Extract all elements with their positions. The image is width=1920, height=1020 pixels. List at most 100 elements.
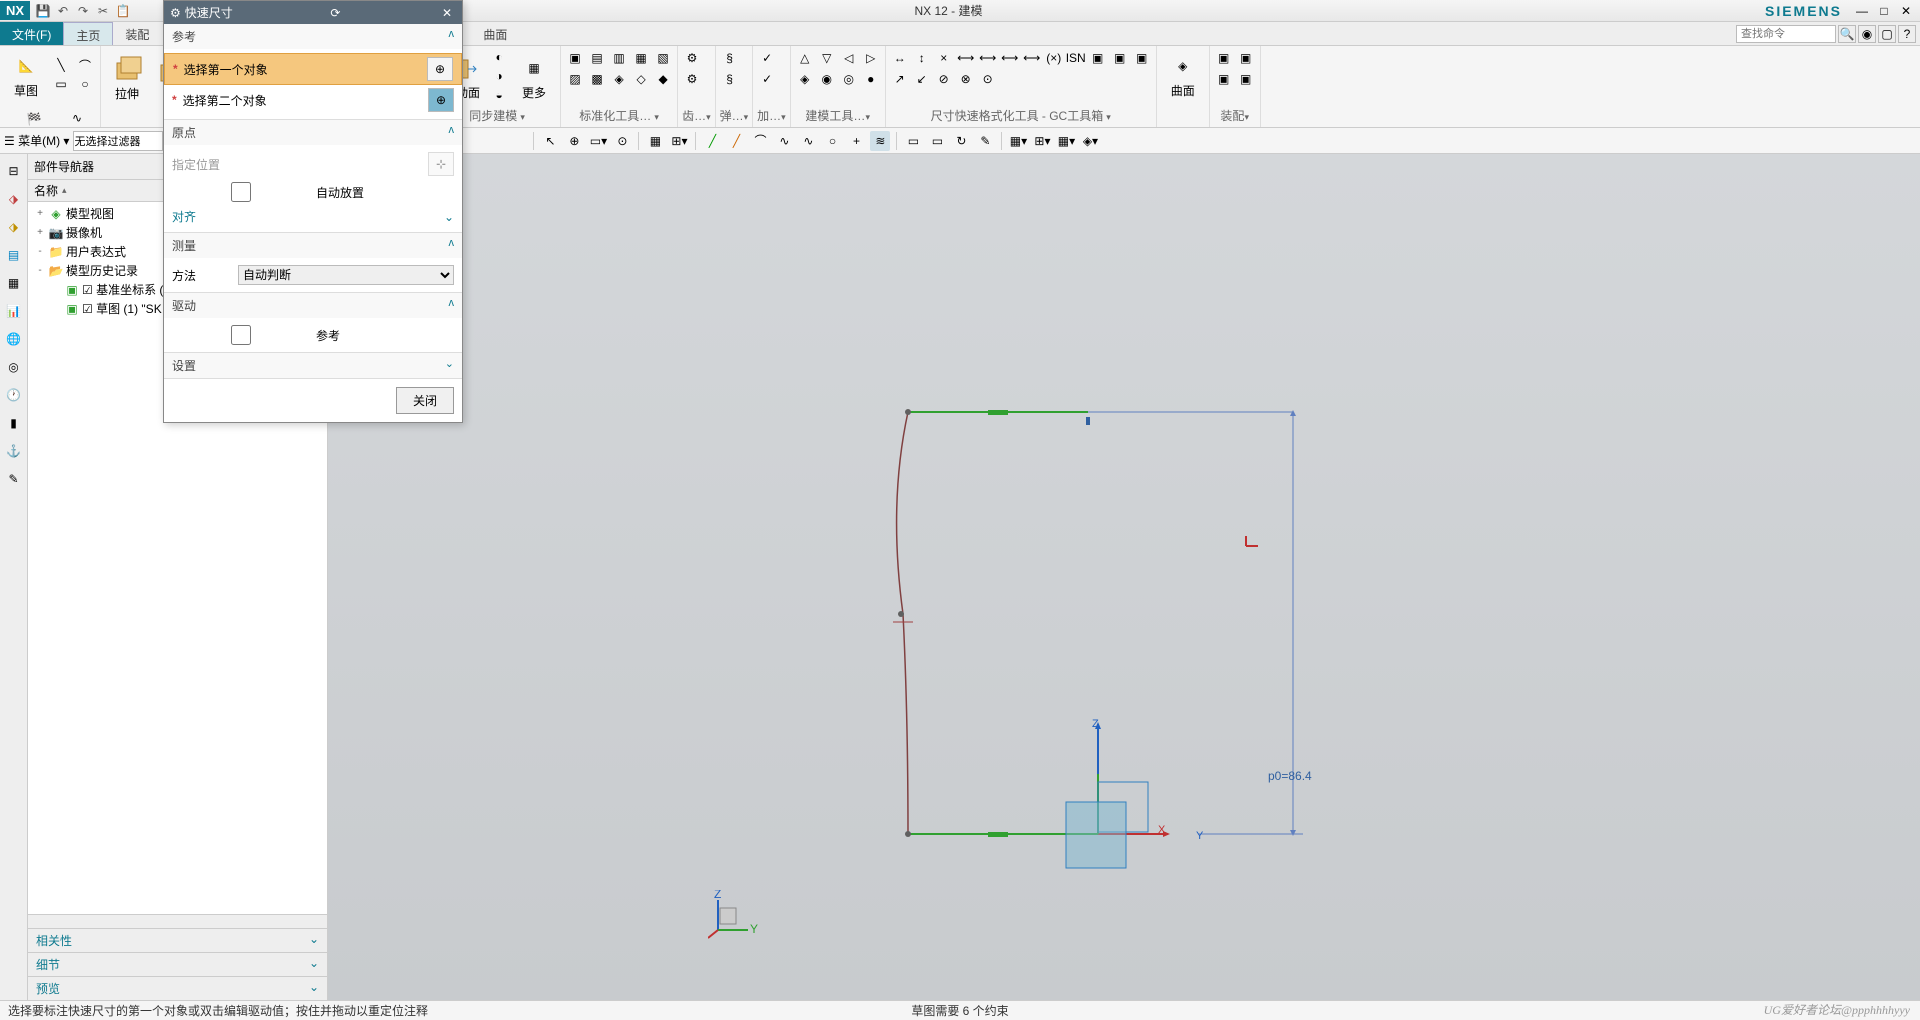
- d6[interactable]: ⟷: [1000, 48, 1020, 68]
- spline-tool[interactable]: ∿: [66, 109, 88, 127]
- help2-icon[interactable]: ?: [1898, 25, 1916, 43]
- a3[interactable]: ▣: [1214, 69, 1234, 89]
- f3[interactable]: ▭▾: [588, 131, 608, 151]
- m5[interactable]: ◈: [795, 69, 815, 89]
- a4[interactable]: ▣: [1236, 69, 1256, 89]
- surface-button[interactable]: ◈曲面: [1161, 48, 1205, 101]
- nav-scrollbar[interactable]: [28, 914, 327, 928]
- graphics-canvas[interactable]: Z Y X p0=86.4 Z Y: [328, 154, 1920, 1000]
- line-tool[interactable]: ╲: [50, 56, 72, 74]
- filter-input[interactable]: [73, 131, 163, 151]
- rail-10[interactable]: ⚓: [3, 440, 25, 462]
- f10[interactable]: ∿: [774, 131, 794, 151]
- rail-2[interactable]: ⬗: [3, 216, 25, 238]
- dimension-label[interactable]: p0=86.4: [1268, 769, 1312, 783]
- search-icon[interactable]: 🔍: [1838, 25, 1856, 43]
- f17[interactable]: ↻: [951, 131, 971, 151]
- m2[interactable]: ▽: [817, 48, 837, 68]
- arc-tool[interactable]: ⌒: [74, 56, 96, 74]
- rail-11[interactable]: ✎: [3, 468, 25, 490]
- d12[interactable]: ▣: [1132, 48, 1152, 68]
- menu-dropdown[interactable]: ☰ 菜单(M) ▾: [4, 132, 69, 149]
- dialog-titlebar[interactable]: ⚙ 快速尺寸 ⟳ ✕: [164, 1, 462, 24]
- f11[interactable]: ∿: [798, 131, 818, 151]
- pick2-icon[interactable]: ⊕: [428, 88, 454, 112]
- dialog-pin-icon[interactable]: ⟳: [330, 6, 340, 20]
- tab-file[interactable]: 文件(F): [0, 22, 63, 45]
- std4[interactable]: ▦: [631, 48, 651, 68]
- maximize-icon[interactable]: □: [1874, 4, 1894, 18]
- finish-sketch-button[interactable]: 🏁 完成草图: [4, 101, 64, 128]
- gear1[interactable]: ⚙: [682, 48, 702, 68]
- a2[interactable]: ▣: [1236, 48, 1256, 68]
- d10[interactable]: ▣: [1088, 48, 1108, 68]
- view-triad[interactable]: Z Y: [708, 890, 758, 940]
- std1[interactable]: ▣: [565, 48, 585, 68]
- f5[interactable]: ▦: [645, 131, 665, 151]
- std6[interactable]: ▨: [565, 69, 585, 89]
- spr1[interactable]: §: [720, 48, 740, 68]
- m7[interactable]: ◎: [839, 69, 859, 89]
- section-origin[interactable]: 原点ʌ: [164, 120, 462, 145]
- section-reference[interactable]: 参考ʌ: [164, 24, 462, 49]
- d13[interactable]: ↗: [890, 69, 910, 89]
- section-detail[interactable]: 细节⌄: [28, 952, 327, 976]
- close-icon[interactable]: ✕: [1896, 4, 1916, 18]
- std7[interactable]: ▩: [587, 69, 607, 89]
- select-first-object[interactable]: *选择第一个对象⊕: [164, 53, 462, 85]
- f14[interactable]: ≋: [870, 131, 890, 151]
- sync-tool3[interactable]: ◒: [488, 86, 510, 104]
- help-icon[interactable]: ◉: [1858, 25, 1876, 43]
- ref-row[interactable]: 参考: [172, 322, 454, 348]
- auto-place[interactable]: 自动放置: [172, 179, 454, 205]
- tab-surface[interactable]: 曲面: [471, 22, 519, 45]
- d9[interactable]: ISN: [1066, 48, 1086, 68]
- rail-1[interactable]: ⬗: [3, 188, 25, 210]
- d5[interactable]: ⟷: [978, 48, 998, 68]
- section-measure[interactable]: 测量ʌ: [164, 233, 462, 258]
- d8[interactable]: (×): [1044, 48, 1064, 68]
- f7[interactable]: ╱: [702, 131, 722, 151]
- rail-3[interactable]: ▤: [3, 244, 25, 266]
- m6[interactable]: ◉: [817, 69, 837, 89]
- d1[interactable]: ↔: [890, 48, 910, 68]
- std8[interactable]: ◈: [609, 69, 629, 89]
- f19[interactable]: ▦▾: [1008, 131, 1028, 151]
- select-second-object[interactable]: *选择第二个对象⊕: [172, 85, 454, 115]
- ref-checkbox[interactable]: [172, 325, 310, 345]
- tab-home[interactable]: 主页: [63, 22, 113, 45]
- f13[interactable]: +: [846, 131, 866, 151]
- sketch-button[interactable]: 📐 草图: [4, 48, 48, 101]
- redo-icon[interactable]: ↷: [74, 2, 92, 20]
- circle-tool[interactable]: ○: [74, 75, 96, 93]
- dialog-close-icon[interactable]: ✕: [438, 6, 456, 20]
- gear2[interactable]: ⚙: [682, 69, 702, 89]
- d7[interactable]: ⟷: [1022, 48, 1042, 68]
- align-link[interactable]: 对齐: [172, 208, 196, 225]
- undo-icon[interactable]: ↶: [54, 2, 72, 20]
- sync-tool1[interactable]: ◐: [488, 48, 510, 66]
- align-row[interactable]: 对齐⌄: [172, 205, 454, 228]
- f8[interactable]: ╱: [726, 131, 746, 151]
- d4[interactable]: ⟷: [956, 48, 976, 68]
- rail-7[interactable]: ◎: [3, 356, 25, 378]
- sync-tool2[interactable]: ◑: [488, 67, 510, 85]
- rail-6[interactable]: 🌐: [3, 328, 25, 350]
- spr2[interactable]: §: [720, 69, 740, 89]
- m8[interactable]: ●: [861, 69, 881, 89]
- pick1-icon[interactable]: ⊕: [427, 57, 453, 81]
- f4[interactable]: ⊙: [612, 131, 632, 151]
- extrude-button[interactable]: 拉伸: [105, 51, 149, 104]
- f2[interactable]: ⊕: [564, 131, 584, 151]
- close-button[interactable]: 关闭: [396, 387, 454, 414]
- rail-nav-icon[interactable]: ⊟: [3, 160, 25, 182]
- auto-checkbox[interactable]: [172, 182, 310, 202]
- rail-9[interactable]: ▮: [3, 412, 25, 434]
- save-icon[interactable]: 💾: [34, 2, 52, 20]
- cut-icon[interactable]: ✂: [94, 2, 112, 20]
- section-preview[interactable]: 预览⌄: [28, 976, 327, 1000]
- rect-tool[interactable]: ▭: [50, 75, 72, 93]
- m1[interactable]: △: [795, 48, 815, 68]
- tab-assembly[interactable]: 装配: [113, 22, 161, 45]
- m3[interactable]: ◁: [839, 48, 859, 68]
